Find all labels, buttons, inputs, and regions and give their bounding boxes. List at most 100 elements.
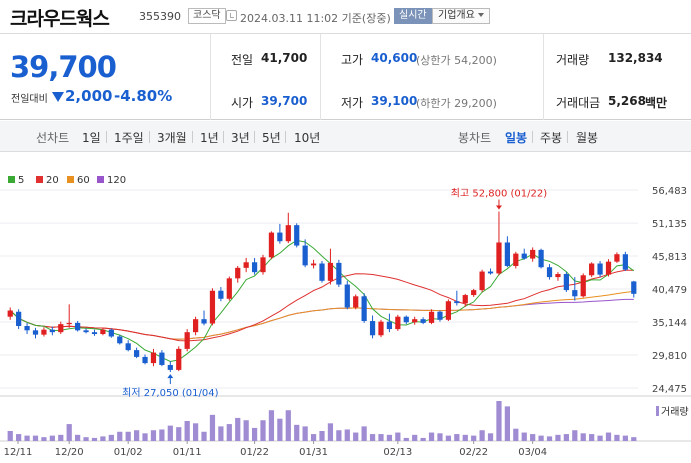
tab-weekly[interactable]: 주봉: [540, 129, 562, 146]
candle-body: [302, 245, 308, 266]
volume-bar: [538, 435, 544, 441]
candle-body: [159, 352, 165, 365]
candle-body: [336, 262, 342, 285]
y-axis: 56,483 51,135 45,813 40,479 35,144 29,81…: [652, 186, 687, 395]
volume-bar: [192, 423, 199, 441]
y-tick-label: 24,475: [652, 384, 687, 395]
volume-bar: [462, 434, 468, 441]
price-change-percent: -4.80%: [114, 87, 173, 105]
candle-body: [58, 324, 64, 333]
volume-bar: [471, 435, 477, 441]
volume-bar: [7, 431, 13, 441]
chart-annotations: 최고 52,800 (01/22) 최저 27,050 (01/04): [122, 188, 547, 400]
candle-body: [521, 253, 527, 259]
tab-1year[interactable]: 1년: [200, 129, 219, 146]
candle-body: [605, 261, 612, 275]
candle-body: [546, 267, 553, 278]
candle-body: [218, 290, 224, 299]
company-overview-dropdown[interactable]: 기업개요: [432, 8, 490, 24]
volume-bar: [513, 428, 519, 441]
volume-bar: [563, 434, 569, 441]
tab-1day[interactable]: 1일: [82, 129, 101, 146]
tab-10year[interactable]: 10년: [294, 129, 320, 146]
candle-body: [184, 332, 190, 349]
candle-body: [496, 242, 502, 274]
volume-bar: [218, 426, 224, 441]
y-tick-label: 45,813: [652, 252, 687, 263]
volume-bar: [226, 424, 232, 441]
candle-body: [530, 249, 536, 259]
tab-monthly[interactable]: 월봉: [576, 129, 598, 146]
realtime-button[interactable]: 실시간: [394, 8, 432, 24]
high-label: 고가: [341, 53, 364, 67]
y-tick-label: 56,483: [652, 186, 687, 197]
candle-body: [580, 275, 586, 297]
x-axis: 12/11 12/20 01/02 01/11 01/22 01/31 02/1…: [4, 447, 547, 458]
volume-bar: [530, 434, 536, 441]
tab-3month[interactable]: 3개월: [157, 129, 187, 146]
volume-bar: [504, 406, 510, 441]
quote-timestamp: 2024.03.11 11:02 기준(장중): [240, 12, 391, 25]
tab-1week[interactable]: 1주일: [114, 129, 144, 146]
candle-body: [504, 242, 510, 266]
volume-bar: [108, 434, 114, 441]
stock-name: 크라우드웍스: [10, 8, 110, 30]
candle-body: [538, 249, 544, 268]
y-tick-label: 51,135: [652, 219, 687, 230]
volume-bar: [487, 433, 494, 441]
divider: [254, 131, 255, 143]
volume-bar: [327, 423, 334, 441]
candle-body: [41, 329, 47, 335]
volume-bar: [294, 424, 300, 441]
volume-bar: [83, 437, 89, 441]
candle-body: [369, 321, 376, 336]
volume-bar: [91, 437, 98, 441]
candle-body: [614, 254, 620, 262]
candle-body: [327, 262, 334, 281]
candle-body: [445, 301, 452, 320]
candle-body: [555, 274, 561, 278]
tab-daily[interactable]: 일봉: [505, 129, 527, 146]
volume-label: 거래량: [556, 53, 590, 67]
candle-body: [16, 311, 22, 326]
volume-bar: [412, 434, 418, 441]
candlestick-chart[interactable]: 5 20 60 120 56,483 51,135 45,813 40,479 …: [0, 152, 691, 463]
candle-body: [142, 356, 148, 364]
candle-body: [597, 263, 603, 275]
volume-bar: [496, 401, 502, 441]
candle-body: [24, 325, 30, 331]
divider: [192, 131, 193, 143]
candle-body: [563, 274, 569, 291]
prev-close-change-label: 전일대비: [11, 94, 48, 105]
x-tick-label: 12/11: [4, 447, 33, 458]
volume-bar: [159, 429, 165, 441]
volume-bar: [184, 421, 190, 441]
x-tick-label: 03/04: [518, 447, 547, 458]
candle-body: [201, 319, 207, 324]
lower-limit: (하한가 29,200): [416, 97, 497, 110]
candle-body: [479, 271, 485, 291]
divider: [320, 34, 321, 120]
chart-grid: [0, 189, 691, 444]
candle-body: [192, 319, 199, 333]
candle-body: [428, 311, 435, 323]
company-overview-label: 기업개요: [438, 10, 475, 21]
tab-5year[interactable]: 5년: [262, 129, 281, 146]
volume-bar: [445, 435, 452, 441]
volume-bar: [302, 426, 308, 441]
volume-bar: [420, 437, 426, 441]
tab-3year[interactable]: 3년: [231, 129, 250, 146]
prev-close-value: 41,700: [261, 51, 308, 65]
candle-body: [125, 343, 131, 351]
divider: [567, 131, 568, 143]
trade-value-unit: 백만: [645, 96, 668, 110]
candle-body: [91, 332, 98, 335]
upper-limit: (상한가 54,200): [416, 54, 497, 67]
candle-body: [589, 263, 595, 276]
candle-body: [454, 301, 460, 304]
volume-bar: [521, 432, 527, 441]
volume-bar: [24, 435, 30, 441]
candle-body: [310, 263, 317, 266]
candle-body: [353, 296, 359, 308]
volume-bars: [7, 401, 637, 441]
